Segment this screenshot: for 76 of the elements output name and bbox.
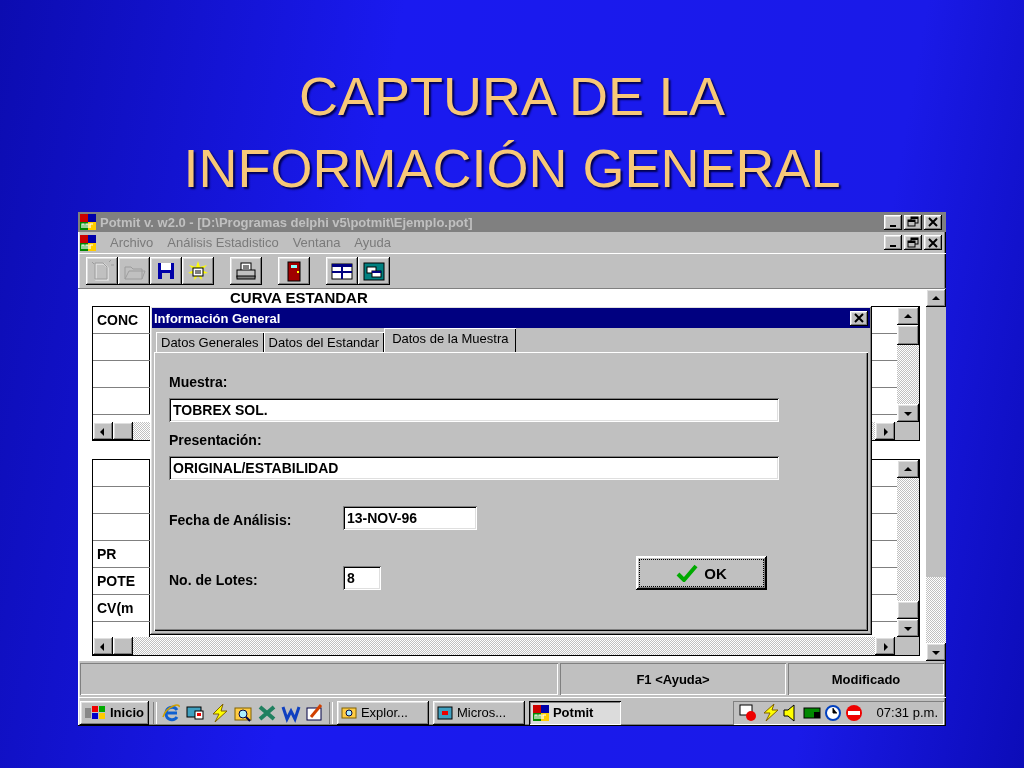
sparkle-document-icon bbox=[186, 260, 210, 282]
restore-icon bbox=[906, 235, 920, 250]
windows-flag-icon bbox=[85, 704, 107, 721]
app-icon bbox=[80, 214, 96, 230]
start-button[interactable]: Inicio bbox=[80, 700, 149, 725]
status-panel: Modificado bbox=[788, 663, 944, 695]
close-button[interactable] bbox=[850, 310, 868, 326]
minimize-icon bbox=[890, 245, 896, 247]
cascade-windows-button[interactable] bbox=[358, 257, 390, 285]
new-file-icon bbox=[90, 260, 114, 282]
scroll-up-button[interactable] bbox=[926, 289, 946, 307]
slide-title: INFORMACIÓN GENERAL bbox=[183, 137, 841, 200]
clock-icon[interactable] bbox=[822, 702, 843, 723]
scroll-right-button[interactable] bbox=[875, 637, 895, 655]
taskbar-button[interactable]: Potmit bbox=[528, 700, 621, 725]
close-icon bbox=[926, 215, 940, 229]
close-icon bbox=[852, 311, 866, 325]
clock-time: 07:31 p.m. bbox=[876, 705, 938, 720]
status-panel: F1 <Ayuda> bbox=[560, 663, 786, 695]
desktop-icon bbox=[436, 704, 453, 721]
scroll-thumb[interactable] bbox=[897, 325, 919, 345]
window-title: Potmit v. w2.0 - [D:\Programas delphi v5\potmit\Ejemplo.pot] bbox=[100, 214, 474, 230]
floppy-disk-button[interactable] bbox=[150, 257, 182, 285]
scroll-corner bbox=[895, 422, 919, 440]
checkmark-icon bbox=[676, 564, 699, 582]
field-label: No. de Lotes: bbox=[169, 572, 259, 590]
section-heading: CURVA ESTANDAR bbox=[230, 290, 369, 306]
minimize-button[interactable] bbox=[884, 235, 902, 250]
tile-windows-icon bbox=[330, 260, 354, 282]
scroll-down-button[interactable] bbox=[897, 619, 919, 637]
printer-icon bbox=[234, 260, 258, 282]
restore-icon bbox=[906, 215, 920, 229]
taskbar-button[interactable]: Explor... bbox=[336, 700, 429, 725]
scroll-thumb[interactable] bbox=[113, 637, 133, 655]
app-icon bbox=[532, 704, 549, 721]
tab[interactable]: Datos del Estandar bbox=[263, 332, 385, 352]
printer-button[interactable] bbox=[230, 257, 262, 285]
vertical-scrollbar[interactable] bbox=[926, 289, 946, 661]
tab[interactable]: Datos de la Muestra bbox=[384, 328, 517, 352]
scroll-up-button[interactable] bbox=[897, 307, 919, 325]
pencil-note-icon[interactable] bbox=[304, 702, 325, 723]
scroll-down-button[interactable] bbox=[897, 404, 919, 422]
taskbar-button[interactable]: Micros... bbox=[432, 700, 525, 725]
scroll-right-button[interactable] bbox=[875, 422, 895, 440]
no-entry-icon[interactable] bbox=[843, 702, 864, 723]
restore-button[interactable] bbox=[904, 235, 922, 250]
close-button[interactable] bbox=[924, 235, 942, 250]
scroll-thumb[interactable] bbox=[897, 601, 919, 619]
slide-title: CAPTURA DE LA bbox=[298, 65, 726, 128]
scroll-left-button[interactable] bbox=[93, 422, 113, 440]
scroll-left-button[interactable] bbox=[93, 637, 113, 655]
tab[interactable]: Datos Generales bbox=[156, 332, 264, 352]
field-label: Muestra: bbox=[169, 374, 229, 390]
field-label: Presentación: bbox=[169, 432, 263, 448]
scroll-thumb[interactable] bbox=[926, 307, 946, 577]
vertical-scrollbar[interactable] bbox=[897, 460, 919, 637]
field-label: Fecha de Análisis: bbox=[169, 512, 293, 530]
ok-button[interactable]: OK bbox=[636, 556, 767, 590]
text-field[interactable]: 8 bbox=[343, 566, 381, 590]
text-field[interactable]: ORIGINAL/ESTABILIDAD bbox=[169, 456, 779, 480]
tile-windows-button[interactable] bbox=[326, 257, 358, 285]
vertical-scrollbar[interactable] bbox=[897, 307, 919, 422]
date-field[interactable]: 13-NOV-96 bbox=[343, 506, 477, 530]
horizontal-scrollbar[interactable] bbox=[93, 637, 919, 655]
scroll-down-button[interactable] bbox=[926, 643, 946, 661]
scroll-corner bbox=[895, 637, 919, 655]
cascade-windows-icon bbox=[362, 260, 386, 282]
door-button[interactable] bbox=[278, 257, 310, 285]
scroll-thumb[interactable] bbox=[113, 422, 133, 440]
close-icon bbox=[926, 235, 940, 250]
dialog-title: Información General bbox=[154, 310, 282, 326]
scroll-up-button[interactable] bbox=[897, 460, 919, 478]
text-field[interactable]: TOBREX SOL. bbox=[169, 398, 779, 422]
sparkle-document-button[interactable] bbox=[182, 257, 214, 285]
minimize-icon bbox=[890, 224, 896, 227]
magnifier-folder-icon bbox=[340, 704, 357, 721]
